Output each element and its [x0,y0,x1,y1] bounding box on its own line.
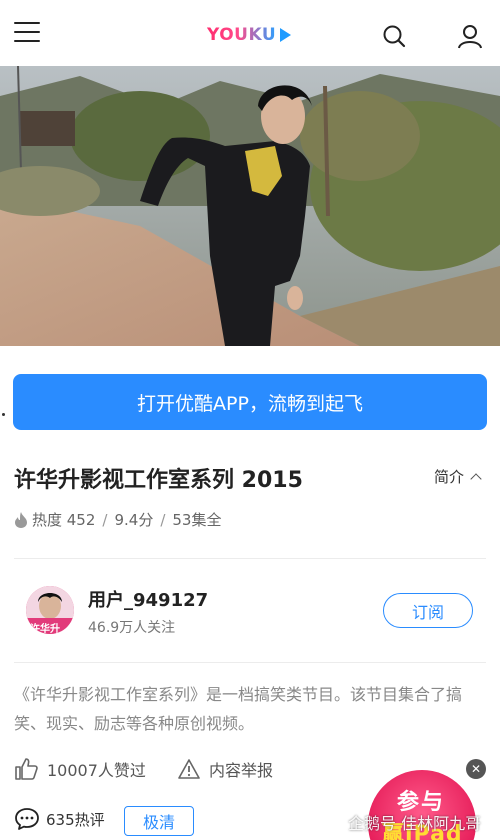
rating-value: 9.4分 [114,511,154,529]
episode-count: 53集全 [172,511,222,529]
heat-value: 热度 452 [32,511,96,529]
warning-icon [178,759,200,779]
report-button[interactable]: 内容举报 [178,757,273,781]
top-bar: YOUKU [0,0,500,66]
video-thumbnail [0,66,500,346]
divider [14,662,486,663]
menu-icon[interactable] [14,22,40,44]
close-icon[interactable]: ✕ [466,759,486,779]
like-count: 10007人赞过 [47,761,146,780]
stray-dot [2,413,5,416]
meta-separator: / [160,510,166,529]
comment-count: 635热评 [46,810,105,829]
avatar[interactable]: 许华升 [26,586,74,634]
uploader-name[interactable]: 用户_949127 [88,586,208,612]
avatar-logo-text: 许华升 [30,624,60,634]
quality-button[interactable]: 极清 [124,806,194,836]
thumbs-up-icon [15,758,38,780]
watermark-text: 企鹅号 佳林阿九哥 [348,814,482,833]
watermark: 企鹅号 佳林阿九哥 [324,810,481,834]
intro-toggle[interactable]: 简介 [434,466,482,487]
show-title: 许华升影视工作室系列 2015 [14,468,303,493]
user-icon[interactable] [457,23,483,49]
intro-label: 简介 [434,468,465,486]
youku-logo[interactable]: YOUKU [207,24,292,46]
show-description: 《许华升影视工作室系列》是一档搞笑类节目。该节目集合了搞笑、现实、励志等各种原创… [14,685,463,733]
like-button[interactable]: 10007人赞过 [14,757,146,781]
divider [14,558,486,559]
meta-separator: / [102,510,108,529]
fire-icon [15,511,27,528]
show-meta: 热度 452 / 9.4分 / 53集全 [14,509,221,530]
report-label: 内容举报 [209,761,274,780]
open-app-button[interactable]: 打开优酷APP，流畅到起飞 [13,374,487,430]
comment-icon [15,808,39,830]
follower-count: 46.9万人关注 [88,620,176,636]
penguin-icon [326,814,342,832]
video-player[interactable] [0,66,500,346]
search-icon[interactable] [382,24,406,48]
logo-text: YOUKU [207,25,277,45]
chevron-up-icon [470,472,482,485]
comments-button[interactable]: 635热评 [14,807,105,831]
play-icon [280,28,292,42]
subscribe-button[interactable]: 订阅 [383,593,473,628]
